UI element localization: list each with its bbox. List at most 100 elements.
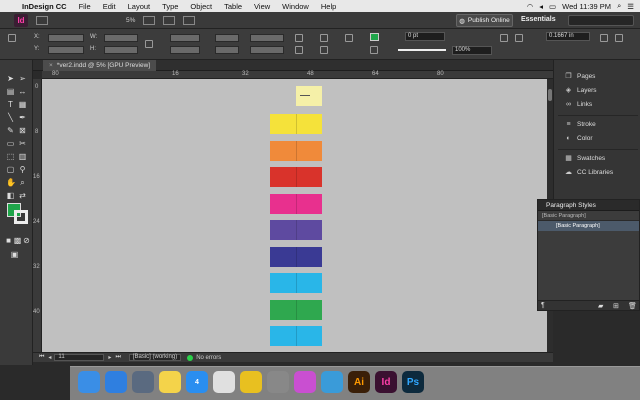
screen-mode-tool-icon[interactable]: ▣ (10, 250, 19, 259)
menu-file[interactable]: File (73, 2, 97, 11)
fill-swatch[interactable] (370, 33, 379, 41)
content-collector-icon[interactable]: ▦ (18, 100, 27, 109)
gradient-tool-icon[interactable]: ▥ (18, 152, 27, 161)
opacity-field[interactable]: 100% (452, 46, 492, 55)
spread-page[interactable] (270, 140, 322, 161)
spread-page[interactable] (270, 167, 322, 187)
menu-object[interactable]: Object (184, 2, 218, 11)
menu-view[interactable]: View (248, 2, 276, 11)
default-colors-icon[interactable]: ◧ (6, 191, 15, 200)
spread-page[interactable] (270, 220, 322, 240)
swatches-panel-tab[interactable]: ▦ Swatches (564, 154, 605, 163)
stroke-swatch[interactable] (370, 46, 378, 54)
type-tool-icon[interactable]: T (6, 100, 15, 109)
document-tab[interactable]: × *ver2.indd @ 5% [GPU Preview] (43, 60, 157, 71)
dock-app-indesign-icon[interactable]: Id (375, 371, 397, 393)
new-group-icon[interactable]: ▰ (598, 302, 603, 310)
publish-online-button[interactable]: ◍ Publish Online (456, 14, 513, 27)
y-field[interactable] (48, 46, 84, 54)
vertical-ruler[interactable]: 0 8 16 24 32 40 (33, 79, 42, 352)
menubar-clock[interactable]: Wed 11:39 PM (562, 2, 611, 11)
stroke-panel-tab[interactable]: ≡ Stroke (564, 120, 595, 129)
dock-app-photoshop-icon[interactable]: Ps (402, 371, 424, 393)
close-tab-icon[interactable]: × (49, 62, 53, 69)
screen-mode-icon[interactable] (163, 15, 176, 25)
menu-help[interactable]: Help (315, 2, 342, 11)
menu-table[interactable]: Table (218, 2, 248, 11)
preflight-errors[interactable]: No errors (196, 355, 221, 361)
swap-colors-icon[interactable]: ⇄ (18, 191, 27, 200)
pages-panel-tab[interactable]: ❐ Pages (564, 72, 595, 81)
dock-app-chrome-icon[interactable] (213, 371, 235, 393)
select-container-icon[interactable] (320, 46, 328, 54)
cc-libraries-panel-tab[interactable]: ☁ CC Libraries (564, 168, 613, 177)
spread-page[interactable] (270, 246, 322, 267)
apply-color-icon[interactable]: ■ (4, 236, 13, 245)
pencil-tool-icon[interactable]: ✎ (6, 126, 15, 135)
prev-page-icon[interactable]: ◂ (48, 354, 51, 361)
constrain-proportions-icon[interactable] (145, 40, 153, 48)
effects-icon[interactable] (500, 34, 508, 42)
volume-icon[interactable]: ◂ (539, 2, 543, 11)
workspace-switcher[interactable]: Essentials (521, 16, 556, 23)
zoom-level[interactable]: 5% (126, 17, 135, 24)
shear-field[interactable] (215, 46, 239, 54)
next-page-icon[interactable]: ▸ (108, 354, 111, 361)
layers-panel-tab[interactable]: ◈ Layers (564, 86, 597, 95)
arrange-documents-icon[interactable] (183, 15, 196, 25)
align-icon[interactable] (600, 34, 608, 42)
menu-layout[interactable]: Layout (122, 2, 157, 11)
dock-app-safari-icon[interactable] (105, 371, 127, 393)
pen-tool-icon[interactable]: ✒ (18, 113, 27, 122)
dock-app-finder-icon[interactable] (78, 371, 100, 393)
menu-edit[interactable]: Edit (97, 2, 122, 11)
dock-app-notes2-icon[interactable] (240, 371, 262, 393)
notification-center-icon[interactable]: ☰ (627, 2, 634, 11)
spread-page[interactable] (270, 273, 322, 293)
stroke-type-preview[interactable] (398, 49, 446, 51)
wifi-icon[interactable]: ◠ (527, 2, 534, 11)
reference-point-icon[interactable] (8, 34, 16, 42)
menu-window[interactable]: Window (276, 2, 315, 11)
delete-style-icon[interactable]: 🗑 (628, 302, 637, 310)
scrollbar-thumb[interactable] (548, 89, 552, 101)
corner-size-field[interactable]: 0.1667 in (546, 32, 590, 41)
rotate-90-cw-icon[interactable] (295, 34, 303, 42)
apply-gradient-icon[interactable]: ▩ (13, 236, 22, 245)
flip-horizontal-icon[interactable] (320, 34, 328, 42)
view-options-icon[interactable] (143, 15, 156, 25)
scissors-tool-icon[interactable]: ✂ (18, 139, 27, 148)
rectangle-tool-icon[interactable]: ▭ (6, 139, 15, 148)
paragraph-styles-title[interactable]: Paragraph Styles (538, 200, 639, 211)
selection-tool-icon[interactable]: ➤ (6, 74, 15, 83)
zoom-tool-icon[interactable]: ⌕ (18, 178, 27, 187)
panel-menu-icon[interactable] (615, 34, 623, 42)
note-tool-icon[interactable]: ▢ (6, 165, 15, 174)
h-field[interactable] (104, 46, 138, 54)
app-menu[interactable]: InDesign CC (16, 2, 73, 11)
drop-shadow-icon[interactable] (515, 34, 523, 42)
scale-y-field[interactable] (170, 46, 200, 54)
last-page-icon[interactable]: ⏭ (115, 354, 120, 361)
hand-tool-icon[interactable]: ✋ (6, 178, 16, 187)
rectangle-frame-tool-icon[interactable]: ⊠ (18, 126, 27, 135)
stroke-weight-field[interactable]: 0 pt (405, 32, 445, 41)
page-tool-icon[interactable]: ▤ (6, 87, 15, 96)
x-field[interactable] (48, 34, 84, 42)
direct-selection-tool-icon[interactable]: ➢ (18, 74, 27, 83)
w-field[interactable] (104, 34, 138, 42)
scale-x-field[interactable] (170, 34, 200, 42)
eyedropper-tool-icon[interactable]: ⚲ (18, 165, 27, 174)
page-number-field[interactable]: 11 (54, 354, 105, 361)
horizontal-ruler[interactable]: 80 16 32 48 64 80 (42, 71, 553, 79)
rotation-angle-field[interactable] (250, 34, 284, 42)
spread-page[interactable] (270, 326, 322, 346)
paragraph-style-row[interactable]: [Basic Paragraph] (538, 221, 639, 231)
select-next-icon[interactable] (345, 34, 353, 42)
dock-app-system-preferences-icon[interactable] (267, 371, 289, 393)
dock-app-illustrator-icon[interactable]: Ai (348, 371, 370, 393)
apply-none-icon[interactable]: ⊘ (22, 236, 31, 245)
line-tool-icon[interactable]: ╲ (6, 113, 15, 122)
new-style-icon[interactable]: ⊞ (613, 302, 619, 310)
first-page-icon[interactable]: ⏮ (39, 354, 44, 361)
